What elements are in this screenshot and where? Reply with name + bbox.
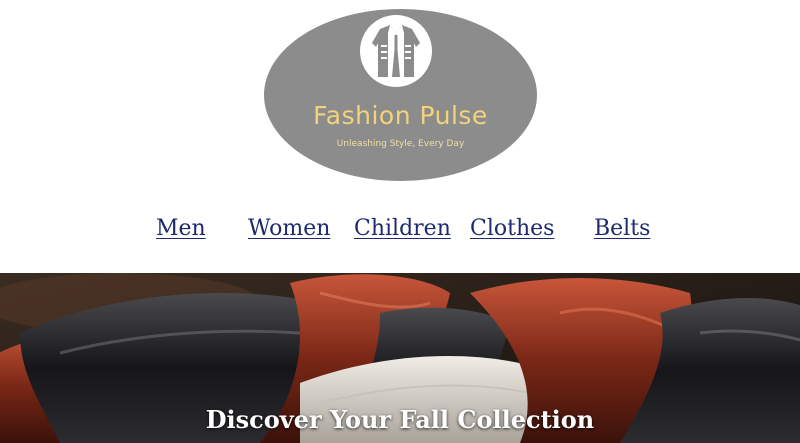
nav-link-clothes[interactable]: Clothes (470, 216, 554, 241)
nav-link-women[interactable]: Women (248, 216, 330, 241)
nav-link-men[interactable]: Men (156, 216, 206, 241)
jacket-icon (372, 25, 420, 77)
main-nav: Men Women Children Clothes Belts (0, 216, 800, 250)
logo-badge (360, 15, 432, 87)
brand-tagline: Unleashing Style, Every Day (336, 139, 465, 149)
hero-heading: Discover Your Fall Collection (205, 405, 595, 434)
nav-link-children[interactable]: Children (354, 216, 451, 241)
hero-banner: Discover Your Fall Collection (0, 273, 800, 443)
brand-logo[interactable]: Fashion Pulse Unleashing Style, Every Da… (264, 9, 537, 181)
nav-link-belts[interactable]: Belts (594, 216, 650, 241)
brand-name: Fashion Pulse (313, 101, 488, 130)
page: Fashion Pulse Unleashing Style, Every Da… (0, 0, 800, 443)
